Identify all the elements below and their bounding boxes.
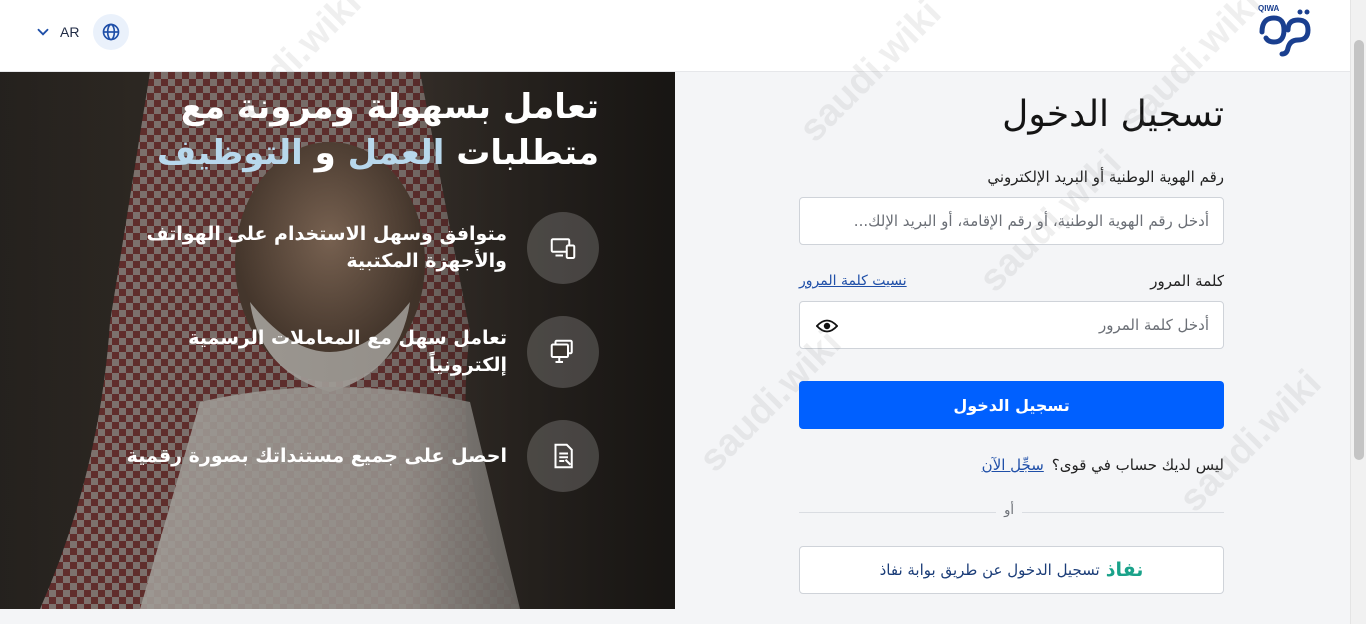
- eye-icon[interactable]: [816, 316, 838, 336]
- no-account-text: ليس لديك حساب في قوى؟: [1051, 456, 1224, 474]
- nafath-login-button[interactable]: نفاذ تسجيل الدخول عن طريق بوابة نفاذ: [799, 546, 1224, 594]
- hero-banner: تعامل بسهولة ومرونة مع متطلبات العمل و ا…: [0, 72, 675, 609]
- hero-title-text: متطلبات: [444, 133, 599, 173]
- hero-title: تعامل بسهولة ومرونة مع متطلبات العمل و ا…: [39, 84, 599, 176]
- or-separator: أو: [996, 503, 1022, 518]
- password-input[interactable]: أدخل كلمة المرور: [799, 301, 1224, 349]
- feature-item: احصل على جميع مستنداتك بصورة رقمية: [0, 420, 599, 492]
- id-email-placeholder: أدخل رقم الهوية الوطنية، أو رقم الإقامة،…: [853, 212, 1209, 230]
- id-email-input[interactable]: أدخل رقم الهوية الوطنية، أو رقم الإقامة،…: [799, 197, 1224, 245]
- chevron-down-icon: [37, 28, 49, 36]
- forgot-password-link[interactable]: نسيت كلمة المرور: [799, 273, 907, 289]
- feature-text: متوافق وسهل الاستخدام على الهواتف والأجه…: [146, 223, 507, 272]
- document-icon: [527, 420, 599, 492]
- id-label: رقم الهوية الوطنية أو البريد الإلكتروني: [987, 168, 1224, 186]
- page-title: تسجيل الدخول: [1002, 94, 1224, 135]
- nafath-brand: نفاذ: [1105, 559, 1144, 581]
- feature-item: متوافق وسهل الاستخدام على الهواتف والأجه…: [0, 212, 599, 284]
- no-account-row: ليس لديك حساب في قوى؟ سجِّل الآن: [982, 456, 1224, 474]
- nafath-login-text: تسجيل الدخول عن طريق بوابة نفاذ: [879, 561, 1100, 579]
- language-code: AR: [60, 24, 80, 40]
- hero-title-line2: متطلبات العمل و التوظيف: [39, 130, 599, 176]
- feature-text: احصل على جميع مستنداتك بصورة رقمية: [126, 444, 507, 467]
- register-link[interactable]: سجِّل الآن: [982, 456, 1044, 474]
- hero-title-accent-work: العمل: [347, 133, 445, 173]
- devices-icon: [527, 212, 599, 284]
- hero-title-line1: تعامل بسهولة ومرونة مع: [180, 87, 599, 127]
- desktop-stack-icon: [527, 316, 599, 388]
- login-button[interactable]: تسجيل الدخول: [799, 381, 1224, 429]
- qiwa-logo[interactable]: QIWA: [1254, 2, 1318, 58]
- language-switcher[interactable]: AR: [34, 14, 130, 50]
- logo-small-text: QIWA: [1258, 4, 1280, 13]
- hero-title-accent-employment: التوظيف: [156, 133, 303, 173]
- hero-title-and: و: [302, 133, 348, 173]
- feature-item: تعامل سهل مع المعاملات الرسمية إلكترونيا…: [0, 316, 599, 388]
- page-scrollbar[interactable]: [1350, 0, 1366, 624]
- scrollbar-thumb[interactable]: [1354, 40, 1364, 460]
- password-label: كلمة المرور: [1150, 272, 1224, 290]
- feature-text: تعامل سهل مع المعاملات الرسمية إلكترونيا…: [188, 327, 507, 376]
- password-placeholder: أدخل كلمة المرور: [1098, 316, 1209, 334]
- top-header: AR QIWA: [0, 0, 1350, 72]
- globe-icon[interactable]: [93, 14, 130, 50]
